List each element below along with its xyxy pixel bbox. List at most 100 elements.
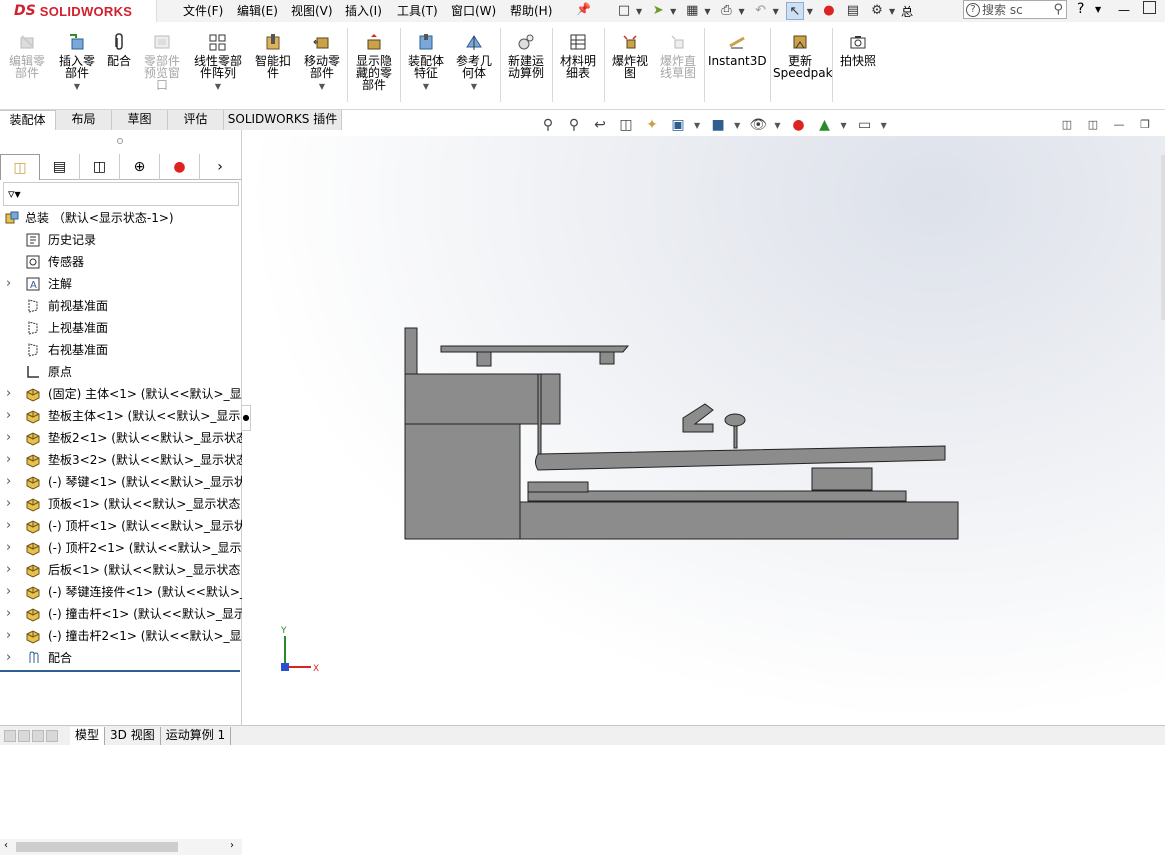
assembly-model-view[interactable]: Y X <box>243 136 1165 725</box>
tree-item[interactable]: › (-) 顶杆<1> (默认<<默认>_显示状 <box>0 515 242 537</box>
chevron-down-icon[interactable]: ▼ <box>889 7 895 16</box>
smart-fasteners-button[interactable]: 智能扣件 <box>252 32 294 79</box>
model-back-post[interactable] <box>404 327 418 379</box>
file-properties-icon[interactable]: ▤ <box>844 2 862 20</box>
new-document-icon[interactable]: □ <box>615 2 633 20</box>
save-icon[interactable]: ▦ <box>683 2 701 20</box>
tree-item[interactable]: › (-) 琴键<1> (默认<<默认>_显示状 <box>0 471 242 493</box>
tab-evaluate[interactable]: 评估 <box>168 110 224 130</box>
restore-window-icon[interactable]: ❐ <box>1135 115 1155 135</box>
select-cursor-icon[interactable]: ↖ <box>785 2 804 20</box>
instant3d-button[interactable]: Instant3D <box>708 32 767 67</box>
pin-icon[interactable]: 📌 <box>576 2 591 16</box>
chevron-down-icon[interactable]: ▼ <box>404 81 448 93</box>
tree-item[interactable]: 原点 <box>0 361 242 383</box>
viewport-scrollbar[interactable] <box>1161 155 1165 320</box>
expand-chevron-icon[interactable]: › <box>6 405 14 427</box>
tree-item[interactable]: › 垫板主体<1> (默认<<默认>_显示状 <box>0 405 242 427</box>
first-tab-icon[interactable] <box>4 729 16 742</box>
expand-chevron-icon[interactable]: › <box>6 537 14 559</box>
menu-insert[interactable]: 插入(I) <box>345 2 382 19</box>
tree-item[interactable]: 右视基准面 <box>0 339 242 361</box>
model-hammer-lever[interactable] <box>682 403 714 433</box>
tab-sketch[interactable]: 草图 <box>112 110 168 130</box>
view-orientation-icon[interactable]: ▣ <box>668 115 688 135</box>
chevron-right-icon[interactable]: › <box>230 840 234 851</box>
configuration-manager-tab[interactable]: ◫ <box>80 154 120 180</box>
reference-geometry-button[interactable]: 参考几何体 ▼ <box>452 32 496 93</box>
open-folder-icon[interactable]: ➤ <box>649 2 667 20</box>
prev-tab-icon[interactable] <box>18 729 30 742</box>
show-hidden-components-button[interactable]: 显示隐藏的零部件 <box>352 32 396 91</box>
feature-manager-tab[interactable]: ◫ <box>0 154 40 180</box>
mate-button[interactable]: 配合 <box>104 32 134 67</box>
chevron-down-icon[interactable]: ▼ <box>452 81 496 93</box>
expand-chevron-icon[interactable]: › <box>6 449 14 471</box>
tree-filter[interactable]: ▿ ▼ <box>3 182 239 206</box>
expand-chevron-icon[interactable]: › <box>6 471 14 493</box>
menu-file[interactable]: 文件(F) <box>183 2 223 19</box>
chevron-down-icon[interactable]: ▼ <box>773 7 779 16</box>
zoom-to-fit-icon[interactable]: ⚲ <box>538 115 558 135</box>
restore-window-icon[interactable] <box>1143 1 1156 14</box>
expand-chevron-icon[interactable]: › <box>6 515 14 537</box>
property-manager-tab[interactable]: ▤ <box>40 154 80 180</box>
panel-collapse-handle[interactable] <box>117 138 123 144</box>
tree-item[interactable]: 历史记录 <box>0 229 242 251</box>
expand-chevron-icon[interactable]: › <box>6 559 14 581</box>
solidworks-logo[interactable]: DS SOLIDWORKS <box>0 0 157 22</box>
tab-assembly[interactable]: 装配体 <box>0 110 56 130</box>
chevron-down-icon[interactable]: ▼ <box>15 190 21 199</box>
take-snapshot-button[interactable]: 拍快照 <box>836 32 880 67</box>
explode-line-sketch-button[interactable]: 爆炸直线草图 <box>656 32 700 79</box>
model-piano-key[interactable] <box>535 445 946 471</box>
tile-left-icon[interactable]: ◫ <box>1057 115 1077 135</box>
edit-appearance-icon[interactable]: ● <box>788 115 808 135</box>
model-lower-body[interactable] <box>404 423 521 540</box>
expand-chevron-icon[interactable]: › <box>6 625 14 647</box>
expand-chevron-icon[interactable]: › <box>6 603 14 625</box>
search-icon[interactable]: ⚲ <box>1053 2 1063 17</box>
model-base-plate[interactable] <box>519 501 959 540</box>
chevron-down-icon[interactable]: ▼ <box>704 7 710 16</box>
panel-splitter-handle[interactable]: ● <box>241 405 251 431</box>
tree-item[interactable]: › 垫板2<1> (默认<<默认>_显示状态 <box>0 427 242 449</box>
chevron-down-icon[interactable]: ▼ <box>190 81 246 93</box>
tab-layout[interactable]: 布局 <box>56 110 112 130</box>
hide-show-items-icon[interactable]: 👁 <box>748 115 768 135</box>
model-pad-block[interactable] <box>811 467 873 491</box>
minimize-icon[interactable]: — <box>1118 3 1130 17</box>
chevron-down-icon[interactable]: ▼ <box>694 121 700 130</box>
apply-scene-icon[interactable]: ▲ <box>814 115 834 135</box>
help-question-icon[interactable]: ? <box>1077 1 1084 17</box>
expand-chevron-icon[interactable]: › <box>6 273 14 295</box>
model-top-bracket[interactable] <box>476 351 492 367</box>
expand-chevron-icon[interactable]: › <box>6 493 14 515</box>
tree-item[interactable]: 传感器 <box>0 251 242 273</box>
model-top-cap[interactable] <box>599 351 615 365</box>
tree-item[interactable]: › (-) 顶杆2<1> (默认<<默认>_显示状 <box>0 537 242 559</box>
previous-view-icon[interactable]: ↩ <box>590 115 610 135</box>
chevron-down-icon[interactable]: ▼ <box>807 7 813 16</box>
tab-3d-view[interactable]: 3D 视图 <box>105 726 161 745</box>
tree-item[interactable]: 上视基准面 <box>0 317 242 339</box>
model-top-plate[interactable] <box>440 345 630 353</box>
chevron-down-icon[interactable]: ▼ <box>734 121 740 130</box>
chevron-down-icon[interactable]: ▼ <box>1095 5 1101 14</box>
tab-solidworks-addins[interactable]: SOLIDWORKS 插件 <box>224 110 342 130</box>
chevron-down-icon[interactable]: ▼ <box>881 121 887 130</box>
chevron-down-icon[interactable]: ▼ <box>56 81 98 93</box>
tree-item[interactable]: › (-) 撞击杆<1> (默认<<默认>_显示 <box>0 603 242 625</box>
menu-tools[interactable]: 工具(T) <box>397 2 438 19</box>
tile-right-icon[interactable]: ◫ <box>1083 115 1103 135</box>
tree-item[interactable]: › (-) 撞击杆2<1> (默认<<默认>_显示 <box>0 625 242 647</box>
linear-pattern-button[interactable]: 线性零部件阵列 ▼ <box>190 32 246 93</box>
chevron-down-icon[interactable]: ▼ <box>738 7 744 16</box>
rollback-bar[interactable] <box>0 670 240 672</box>
bill-of-materials-button[interactable]: 材料明细表 <box>556 32 600 79</box>
model-push-rod[interactable] <box>537 373 542 455</box>
chevron-right-icon[interactable]: › <box>200 154 240 179</box>
next-tab-icon[interactable] <box>32 729 44 742</box>
minimize-icon[interactable]: — <box>1109 115 1129 135</box>
section-view-icon[interactable]: ◫ <box>616 115 636 135</box>
